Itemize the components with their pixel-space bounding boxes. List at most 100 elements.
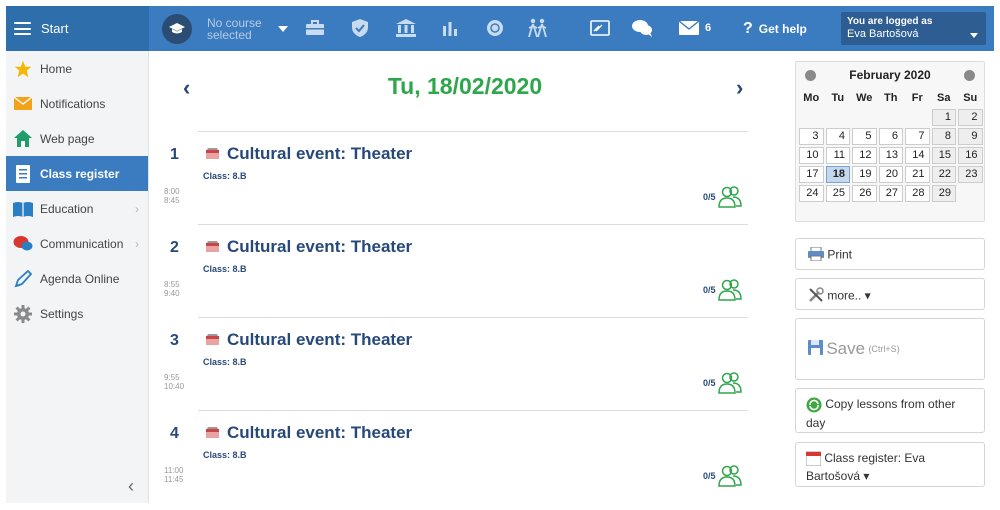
event-ticket-icon — [206, 423, 219, 443]
calendar-day[interactable]: 1 — [931, 109, 956, 126]
attendance-button[interactable]: 0/5 — [703, 186, 742, 208]
copy-label: Copy lessons from other day — [806, 397, 956, 430]
lesson-number: 2 — [170, 239, 179, 256]
students-icon — [717, 372, 742, 394]
calendar-day[interactable]: 7 — [905, 128, 930, 145]
shield-icon[interactable] — [349, 17, 371, 39]
calendar-day[interactable]: 25 — [825, 185, 850, 202]
next-day-button[interactable]: › — [736, 75, 743, 101]
lesson-title[interactable]: Cultural event: Theater — [206, 423, 412, 443]
collapse-sidebar-button[interactable]: ‹ — [128, 476, 134, 497]
calendar-day[interactable]: 20 — [878, 166, 903, 183]
lesson-title[interactable]: Cultural event: Theater — [206, 237, 412, 257]
calendar-day[interactable]: 21 — [905, 166, 930, 183]
calendar-day[interactable]: 23 — [958, 166, 983, 183]
calendar-day[interactable]: 16 — [958, 147, 983, 164]
day-header: Su — [963, 92, 978, 104]
day-header: Fr — [911, 92, 923, 104]
sidebar-item-class-register[interactable]: Class register — [6, 156, 148, 191]
calendar-day[interactable]: 4 — [825, 128, 850, 145]
top-bar: Start No course selected 6 ? Get help Yo… — [6, 6, 994, 51]
event-ticket-icon — [206, 144, 219, 164]
calendar-day[interactable]: 11 — [825, 147, 850, 164]
empty-day — [879, 109, 904, 126]
lesson-time: 9:55 10:40 — [164, 373, 184, 391]
calendar-day-selected[interactable]: 18 — [825, 166, 850, 183]
calendar-day[interactable]: 6 — [878, 128, 903, 145]
chat-bubbles-icon[interactable] — [631, 17, 653, 39]
attendance-count: 0/5 — [703, 471, 716, 481]
next-month-button[interactable] — [964, 70, 975, 81]
bar-chart-icon[interactable] — [439, 17, 461, 39]
lesson-title[interactable]: Cultural event: Theater — [206, 330, 412, 350]
calendar-day[interactable]: 15 — [931, 147, 956, 164]
lesson-row[interactable]: 3 9:55 10:40 Cultural event: Theater Clas… — [150, 317, 780, 410]
course-caret-icon[interactable] — [278, 26, 288, 32]
calendar-day[interactable]: 22 — [931, 166, 956, 183]
help-button[interactable]: ? Get help — [743, 6, 807, 51]
calendar-day[interactable]: 27 — [878, 185, 903, 202]
lesson-row[interactable]: 1 8:00 8:45 Cultural event: Theater Class… — [150, 131, 780, 224]
calendar-day[interactable]: 5 — [852, 128, 877, 145]
sidebar-item-notifications[interactable]: Notifications — [6, 86, 148, 121]
print-button[interactable]: Print — [795, 238, 985, 270]
sidebar-item-communication[interactable]: Communication › — [6, 226, 148, 261]
day-header: Tu — [831, 92, 845, 104]
user-menu[interactable]: You are logged as Eva Bartošová — [841, 12, 986, 45]
chat-icon — [13, 234, 33, 254]
calendar-day[interactable]: 26 — [852, 185, 877, 202]
copy-lessons-button[interactable]: Copy lessons from other day — [795, 388, 985, 433]
calendar-day[interactable]: 2 — [958, 109, 983, 126]
calendar-day[interactable]: 24 — [799, 185, 824, 202]
graduation-cap-icon[interactable] — [162, 13, 192, 44]
calendar-day[interactable]: 29 — [931, 185, 956, 202]
calendar-day[interactable]: 10 — [799, 147, 824, 164]
previous-month-button[interactable] — [805, 70, 816, 81]
lesson-class: Class: 8.B — [203, 264, 247, 274]
register-icon — [13, 164, 33, 184]
lesson-title-text: Cultural event: Theater — [227, 144, 413, 163]
start-menu-button[interactable]: Start — [6, 6, 149, 51]
save-button[interactable]: Save (Ctrl+S) — [795, 318, 985, 380]
calendar-day[interactable]: 8 — [931, 128, 956, 145]
sidebar-item-education[interactable]: Education › — [6, 191, 148, 226]
empty-day — [799, 109, 824, 126]
calendar-day[interactable]: 17 — [799, 166, 824, 183]
lesson-number: 3 — [170, 332, 179, 349]
sidebar-item-home[interactable]: Home — [6, 51, 148, 86]
book-icon — [13, 199, 33, 219]
calendar-day[interactable]: 19 — [852, 166, 877, 183]
calendar-day[interactable]: 9 — [958, 128, 983, 145]
students-icon — [717, 279, 742, 301]
calendar-day[interactable]: 12 — [852, 147, 877, 164]
lesson-end: 9:40 — [164, 289, 180, 298]
lesson-title[interactable]: Cultural event: Theater — [206, 144, 412, 164]
lesson-row[interactable]: 4 11:00 11:45 Cultural event: Theater Cla… — [150, 410, 780, 503]
attendance-button[interactable]: 0/5 — [703, 372, 742, 394]
calendar-day[interactable]: 14 — [905, 147, 930, 164]
briefcase-icon[interactable] — [304, 17, 326, 39]
class-register-owner-button[interactable]: Class register: Eva Bartošová ▾ — [795, 442, 985, 487]
mail-icon[interactable] — [678, 17, 700, 39]
sidebar-item-settings[interactable]: Settings — [6, 296, 148, 331]
attendance-button[interactable]: 0/5 — [703, 279, 742, 301]
calendar-day[interactable]: 28 — [905, 185, 930, 202]
cast-icon[interactable] — [589, 17, 611, 39]
empty-day — [958, 185, 983, 202]
institution-icon[interactable] — [395, 17, 417, 39]
lesson-class: Class: 8.B — [203, 357, 247, 367]
lesson-start: 11:00 — [164, 466, 184, 475]
start-label: Start — [41, 21, 69, 36]
calendar-day[interactable]: 3 — [799, 128, 824, 145]
lesson-row[interactable]: 2 8:55 9:40 Cultural event: Theater Class… — [150, 224, 780, 317]
user-name: Eva Bartošová — [847, 28, 919, 40]
attendance-button[interactable]: 0/5 — [703, 465, 742, 487]
course-selector[interactable]: No course selected — [207, 17, 265, 41]
sidebar-item-web-page[interactable]: Web page — [6, 121, 148, 156]
more-button[interactable]: more.. ▾ — [795, 278, 985, 310]
people-walking-icon[interactable] — [527, 17, 549, 39]
sidebar-item-agenda-online[interactable]: Agenda Online — [6, 261, 148, 296]
badge-icon[interactable] — [484, 17, 506, 39]
floppy-disk-icon — [808, 340, 823, 358]
calendar-day[interactable]: 13 — [878, 147, 903, 164]
